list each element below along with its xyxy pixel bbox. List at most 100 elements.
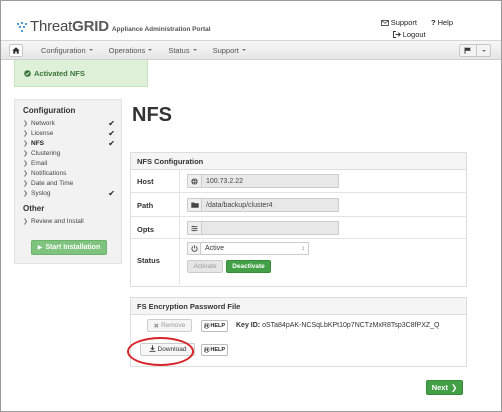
- chevron-right-icon: ❯: [23, 150, 29, 157]
- opts-field[interactable]: [187, 221, 339, 235]
- path-field[interactable]: /data/backup/cluster4: [187, 198, 339, 212]
- nav-menu-status[interactable]: Status: [160, 46, 204, 55]
- remove-button[interactable]: ✖ Remove: [147, 319, 192, 332]
- sidebar-item-license[interactable]: ❯ License ✔: [23, 128, 115, 138]
- sidebar-item-label: Notifications: [31, 169, 67, 177]
- check-circle-icon: [24, 69, 31, 77]
- play-icon: ▶: [37, 245, 43, 251]
- header: ThreatGRID Appliance Administration Port…: [1, 1, 501, 39]
- sidebar-item-notifications[interactable]: ❯ Notifications: [23, 168, 115, 178]
- sidebar-item-label: Date and Time: [31, 179, 74, 187]
- key-id: Key ID: oSTa84pAK-NCSqLbKPt10p7NCTzMxR8T…: [236, 322, 440, 329]
- status-value: Active: [205, 245, 225, 252]
- sidebar-item-clustering[interactable]: ❯ Clustering: [23, 148, 115, 158]
- nav-menu-support[interactable]: Support: [205, 46, 254, 55]
- alert-text: Activated NFS: [34, 68, 85, 78]
- sidebar: Configuration ❯ Network ✔ ❯ License ✔ ❯ …: [14, 99, 122, 264]
- chevron-right-icon: ❯: [23, 170, 29, 177]
- home-icon: [12, 47, 20, 54]
- check-icon: ✔: [108, 128, 115, 138]
- sidebar-item-syslog[interactable]: ❯ Syslog ✔: [23, 188, 115, 198]
- chevron-right-icon: ❯: [23, 218, 29, 225]
- nfs-config-panel: NFS Configuration Host 100.73.2.22 Path …: [130, 152, 467, 287]
- start-installation-button[interactable]: ▶ Start Installation: [31, 240, 107, 255]
- sidebar-item-date-and-time[interactable]: ❯ Date and Time: [23, 178, 115, 188]
- sliders-icon: [188, 222, 202, 234]
- chevron-right-icon: ❯: [450, 383, 458, 392]
- key-id-value: oSTa84pAK-NCSqLbKPt10p7NCTzMxR8Tsp3C8fPX…: [262, 322, 440, 329]
- app-subtitle: Appliance Administration Portal: [111, 26, 211, 33]
- nav-menu-operations[interactable]: Operations: [101, 46, 161, 55]
- logo: ThreatGRID Appliance Administration Port…: [15, 18, 211, 35]
- next-label: Next: [431, 383, 448, 392]
- navbar: Configuration Operations Status Support: [1, 40, 501, 60]
- opts-label: Opts: [137, 225, 155, 234]
- host-row: Host 100.73.2.22: [131, 170, 466, 193]
- path-value: /data/backup/cluster4: [206, 201, 273, 209]
- status-label: Status: [137, 256, 160, 265]
- check-icon: ✔: [108, 138, 115, 148]
- chevron-right-icon: ❯: [23, 190, 29, 197]
- caret-down-icon: [88, 49, 93, 51]
- support-link[interactable]: Support: [380, 17, 417, 28]
- status-select[interactable]: Active ↕: [187, 242, 309, 255]
- sidebar-item-label: License: [31, 129, 54, 137]
- caret-down-icon: [477, 45, 490, 56]
- sidebar-heading-configuration: Configuration: [23, 106, 76, 115]
- host-field[interactable]: 100.73.2.22: [187, 174, 339, 188]
- remove-label: Remove: [161, 322, 186, 329]
- top-links: Support ? Help Logout: [380, 17, 453, 40]
- sidebar-item-network[interactable]: ❯ Network ✔: [23, 118, 115, 128]
- fs-encryption-heading: FS Encryption Password File: [131, 298, 466, 315]
- chevron-right-icon: ❯: [23, 180, 29, 187]
- nfs-config-heading: NFS Configuration: [131, 153, 466, 170]
- next-button[interactable]: Next ❯: [426, 380, 463, 395]
- host-label: Host: [137, 177, 154, 186]
- threatgrid-logo-icon: [16, 21, 28, 33]
- deactivate-button[interactable]: Deactivate: [226, 260, 271, 273]
- folder-icon: [188, 199, 202, 211]
- sidebar-item-nfs[interactable]: ❯ NFS ✔: [23, 138, 115, 148]
- key-id-label: Key ID:: [236, 322, 261, 329]
- question-circle-icon: Ⓗ: [203, 348, 210, 354]
- nav-menu-label: Configuration: [41, 45, 86, 55]
- sidebar-item-label: Email: [31, 159, 48, 167]
- opts-row: Opts: [131, 217, 466, 239]
- status-row: Status Active ↕ Activate Deactivate: [131, 239, 466, 285]
- home-button[interactable]: [9, 44, 23, 57]
- chevron-right-icon: ❯: [23, 130, 29, 137]
- chevron-right-icon: ❯: [23, 160, 29, 167]
- host-value: 100.73.2.22: [206, 177, 243, 185]
- select-arrows-icon: ↕: [301, 245, 305, 252]
- sidebar-item-review-and-install[interactable]: ❯ Review and Install: [23, 216, 115, 226]
- chevron-right-icon: ❯: [23, 120, 29, 127]
- nav-menu: Configuration Operations Status Support: [33, 41, 254, 59]
- question-circle-icon: Ⓗ: [203, 324, 210, 330]
- caret-down-icon: [241, 49, 246, 51]
- power-icon: [188, 243, 201, 254]
- globe-icon: [188, 175, 202, 187]
- path-row: Path /data/backup/cluster4: [131, 193, 466, 217]
- sidebar-item-email[interactable]: ❯ Email: [23, 158, 115, 168]
- nav-menu-configuration[interactable]: Configuration: [33, 46, 101, 55]
- logout-link-label: Logout: [402, 30, 426, 39]
- sidebar-item-label: Review and Install: [31, 217, 84, 225]
- question-icon: ?: [430, 18, 436, 27]
- page-title: NFS: [132, 104, 172, 126]
- help-button[interactable]: Ⓗ HELP: [201, 344, 228, 356]
- help-label: HELP: [210, 347, 226, 353]
- help-button[interactable]: Ⓗ HELP: [201, 320, 228, 332]
- activate-button[interactable]: Activate: [187, 260, 223, 273]
- caret-down-icon: [148, 49, 153, 51]
- logout-link[interactable]: Logout: [392, 29, 453, 40]
- start-installation-label: Start Installation: [45, 244, 101, 251]
- nav-menu-label: Status: [168, 45, 190, 55]
- path-label: Path: [137, 201, 154, 210]
- sidebar-item-label: Network: [31, 119, 55, 127]
- caret-down-icon: [192, 49, 197, 51]
- check-icon: ✔: [108, 118, 115, 128]
- logo-text: ThreatGRID: [30, 18, 109, 35]
- language-button[interactable]: [459, 44, 491, 57]
- help-link[interactable]: ? Help: [431, 17, 453, 28]
- help-label: HELP: [210, 323, 226, 329]
